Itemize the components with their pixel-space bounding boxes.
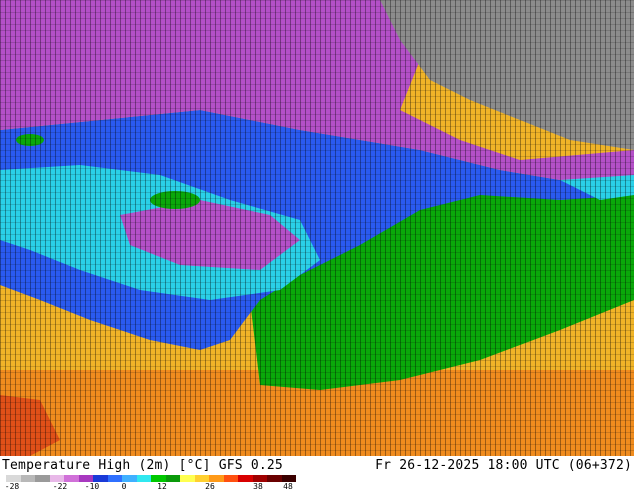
- scale-swatch: [122, 475, 137, 482]
- scale-swatch: [238, 475, 253, 482]
- scale-swatch: [64, 475, 79, 482]
- scale-swatch: [194, 475, 209, 482]
- scale-swatch: [6, 475, 21, 482]
- hatch-overlay: [0, 0, 634, 456]
- scale-swatch: [35, 475, 50, 482]
- scale-swatch: [136, 475, 151, 482]
- color-scale: [6, 475, 296, 482]
- map-footer: Temperature High (2m) [°C] GFS 0.25 Fr 2…: [0, 456, 634, 492]
- scale-swatch: [49, 475, 64, 482]
- scale-swatch: [223, 475, 238, 482]
- scale-swatch: [93, 475, 108, 482]
- scale-swatch: [252, 475, 267, 482]
- scale-swatch: [209, 475, 224, 482]
- temperature-map: [0, 0, 634, 456]
- scale-swatch: [20, 475, 35, 482]
- scale-swatch: [267, 475, 282, 482]
- scale-swatch: [151, 475, 166, 482]
- scale-swatch: [180, 475, 195, 482]
- scale-swatch: [107, 475, 122, 482]
- scale-swatch: [78, 475, 93, 482]
- scale-swatch: [281, 475, 296, 482]
- scale-swatch: [165, 475, 180, 482]
- map-title: Temperature High (2m) [°C] GFS 0.25: [2, 458, 283, 473]
- map-datetime: Fr 26-12-2025 18:00 UTC (06+372): [375, 458, 632, 473]
- scale-ticks: -28 -22 -10 0 12 26 38 48: [0, 482, 300, 492]
